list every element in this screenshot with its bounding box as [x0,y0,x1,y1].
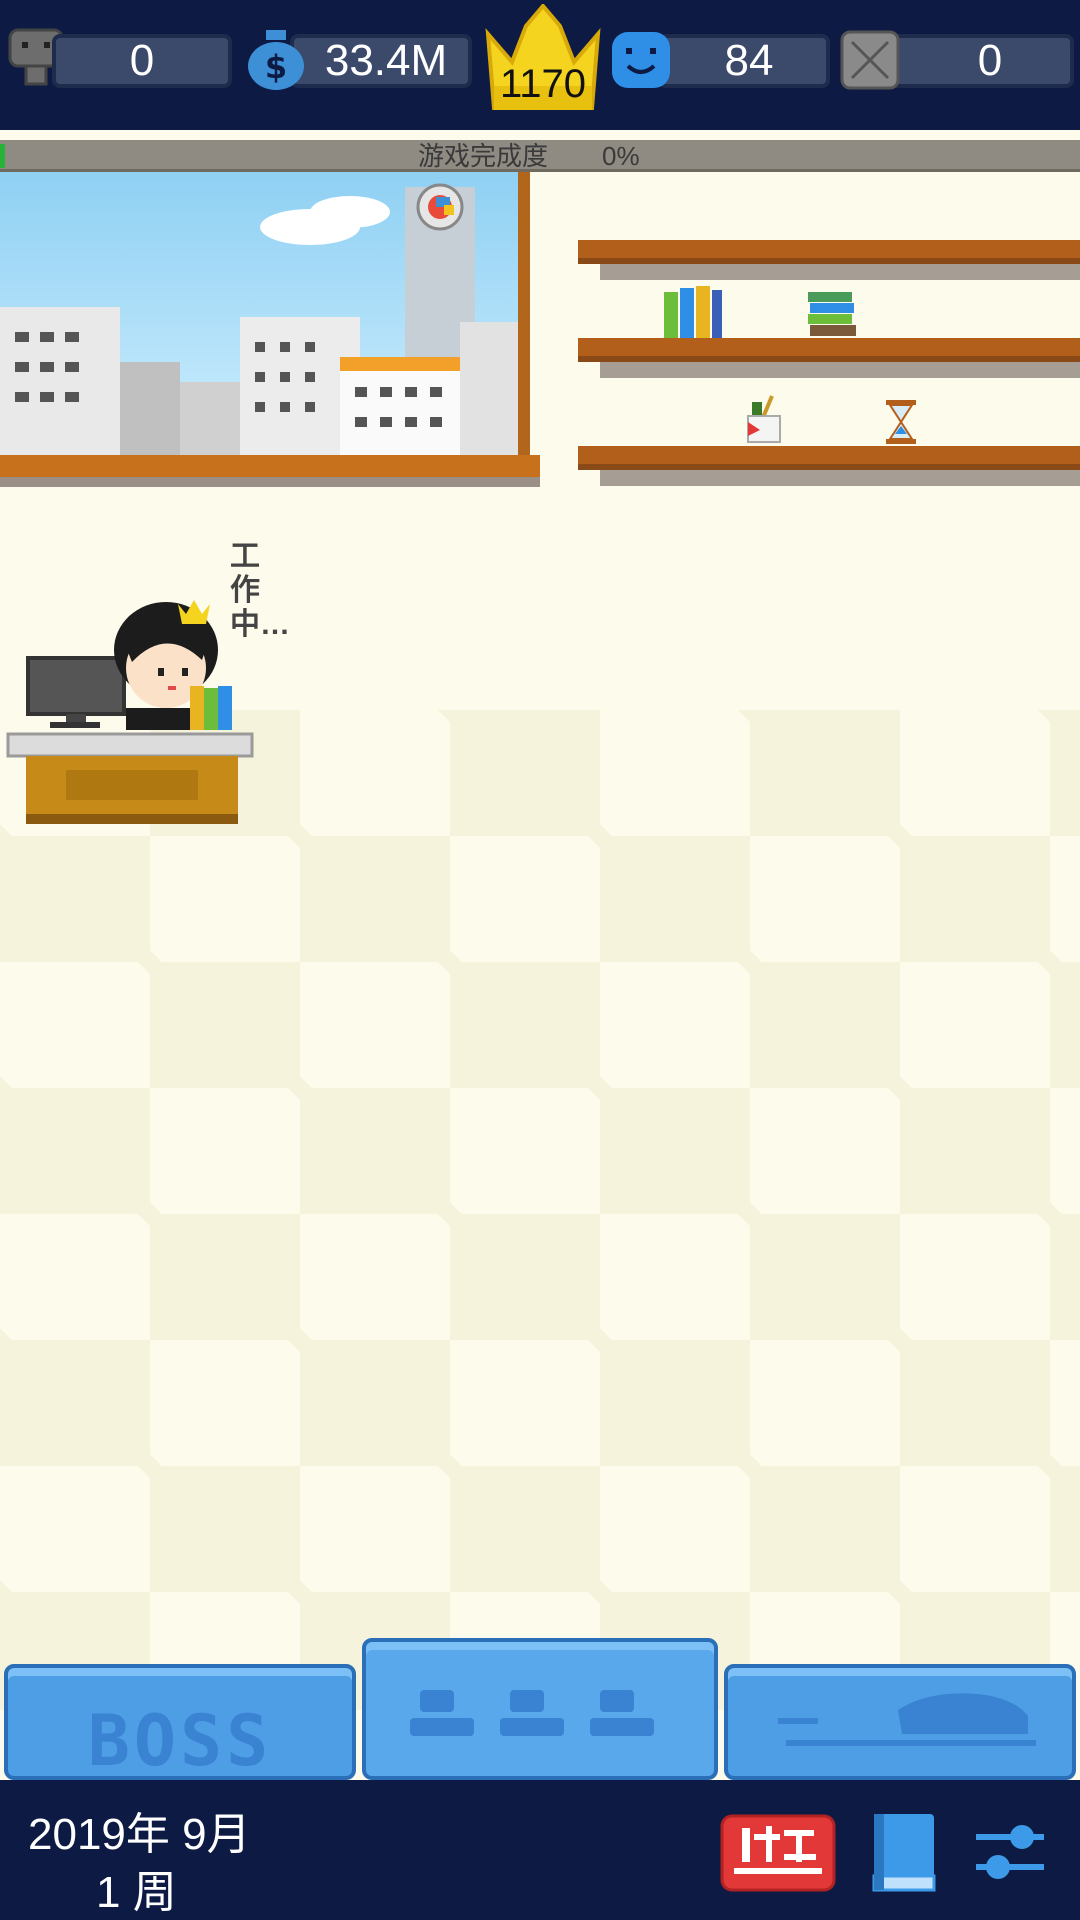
status-bar: 2019年 9月 1 周 [0,1780,1080,1920]
crown-level: 1170 [499,62,586,106]
book-stack-icon[interactable] [806,290,858,338]
resource-bar: 0 $ 33.4M 1170 84 0 [0,0,1080,130]
settings-sliders-icon[interactable] [974,1818,1046,1884]
shelf-top-shadow [600,264,1080,280]
money-amount[interactable]: 33.4M [290,34,472,88]
tab-boss-label: BOSS [87,1700,273,1782]
staff-group-icon [410,1690,654,1736]
completion-progress-fill [0,144,5,168]
svg-text:$: $ [265,48,287,86]
locked-count[interactable]: 0 [886,34,1074,88]
shelf-bottom-shadow [600,470,1080,486]
office-window [0,172,530,455]
tab-boss[interactable]: BOSS [4,1664,356,1782]
city-skyline [0,183,518,455]
money-bag-icon: $ [248,30,304,90]
working-speech: 工作中… [230,540,290,641]
completion-label: 游戏完成度 [418,141,549,171]
completion-value: 0% [602,141,640,171]
book-icon[interactable] [870,1812,938,1894]
shelf-top [578,240,1080,264]
completion-progress-bar: 游戏完成度 0% [0,140,1080,172]
shelf-bottom [578,446,1080,470]
current-date: 2019年 9月 [28,1810,251,1859]
books-icon[interactable] [662,284,724,338]
shelf-middle-shadow [600,362,1080,378]
boss-desk[interactable] [6,590,256,840]
happiness-value[interactable]: 84 [658,34,830,88]
happy-face-icon [612,32,670,88]
locked-icon [840,30,900,90]
tab-car[interactable] [724,1664,1076,1780]
car-icon [778,1693,1036,1746]
tab-staff[interactable] [362,1638,718,1780]
current-week: 1 周 [96,1868,177,1917]
employee-count[interactable]: 0 [52,34,232,88]
office-floor[interactable] [0,710,1080,1710]
window-sill [0,455,540,487]
coupon-button[interactable] [720,1814,836,1892]
pen-cup-icon[interactable] [744,392,790,444]
shelf-middle [578,338,1080,362]
hourglass-icon[interactable] [886,400,916,444]
